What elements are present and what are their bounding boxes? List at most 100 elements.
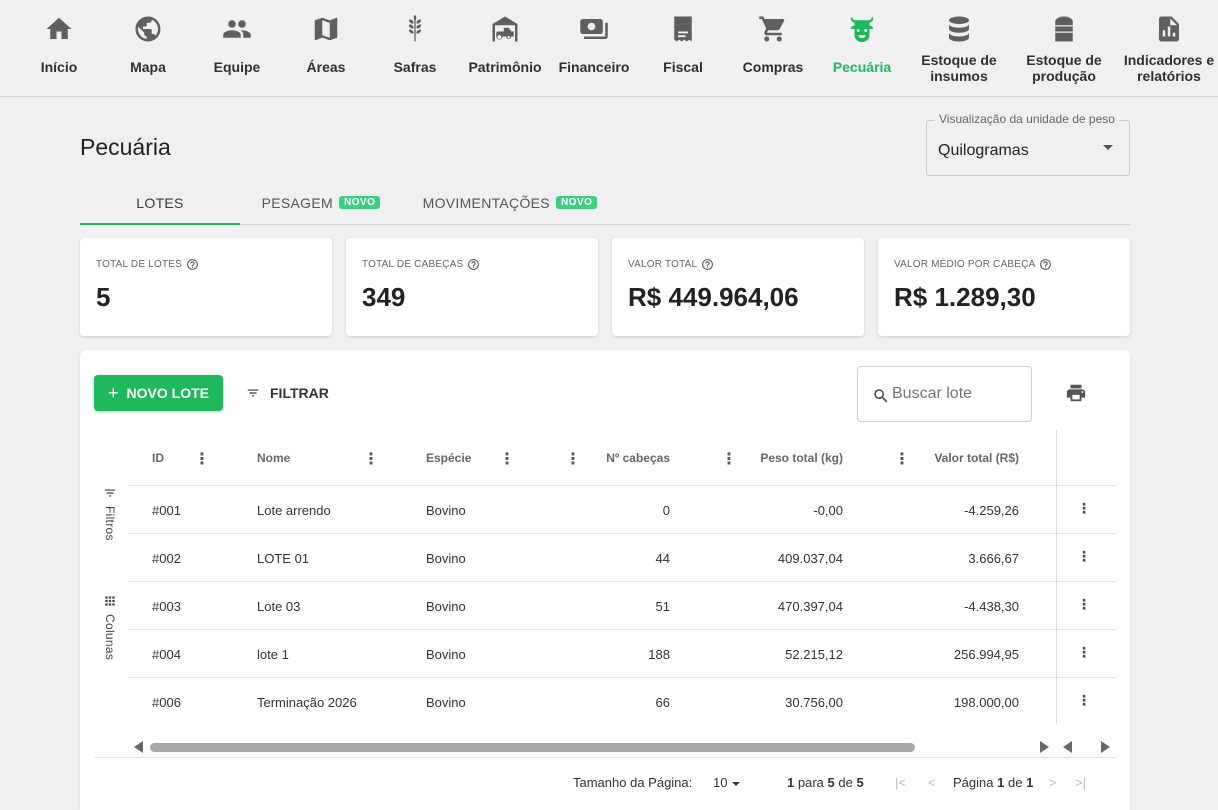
cell-especie: Bovino <box>426 502 466 518</box>
globe-icon <box>131 12 165 46</box>
scroll-left-icon[interactable] <box>134 741 143 753</box>
new-lote-button[interactable]: + NOVO LOTE <box>94 375 223 411</box>
page-size-label: Tamanho da Página: <box>573 775 693 790</box>
page-total: 1 <box>1026 775 1034 790</box>
lotes-panel: + NOVO LOTE FILTRAR Filtros Colunas ID N… <box>80 350 1130 810</box>
cell-id: #004 <box>152 646 181 662</box>
columns-side-button[interactable]: Colunas <box>100 594 120 660</box>
nav-item-equipe[interactable]: Equipe <box>192 0 282 96</box>
cell-cabecas: 188 <box>648 646 670 662</box>
cell-cabecas: 0 <box>662 502 670 518</box>
help-icon[interactable] <box>467 258 480 271</box>
filters-side-button[interactable]: Filtros <box>100 486 120 541</box>
tab-pesagem[interactable]: PESAGEM NOVO <box>250 181 392 224</box>
help-icon[interactable] <box>701 258 714 271</box>
cell-especie: Bovino <box>426 646 466 662</box>
nav-label: Áreas <box>306 59 346 75</box>
weight-unit-select[interactable]: Visualização da unidade de peso Quilogra… <box>926 112 1130 176</box>
row-menu-icon[interactable]: ⋮ <box>1076 644 1092 664</box>
nav-item-estoque-producao[interactable]: Estoque de produção <box>1014 0 1114 96</box>
summary-label: VALOR TOTAL <box>628 259 698 270</box>
chevron-down-icon <box>1103 145 1113 150</box>
summary-label: TOTAL DE CABEÇAS <box>362 259 464 270</box>
column-menu-icon[interactable] <box>499 449 515 467</box>
column-header-especie[interactable]: Espécie <box>426 430 471 486</box>
row-menu-icon[interactable]: ⋮ <box>1076 500 1092 520</box>
nav-label: Estoque de insumos <box>921 52 997 84</box>
nav-item-compras[interactable]: Compras <box>728 0 818 96</box>
row-menu-icon[interactable]: ⋮ <box>1076 596 1092 616</box>
scroll-left-icon[interactable] <box>1063 741 1072 753</box>
page-current: 1 <box>997 775 1005 790</box>
tab-lotes[interactable]: LOTES <box>80 181 240 225</box>
nav-item-inicio[interactable]: Início <box>14 0 104 96</box>
page-size-select[interactable]: 10 <box>713 775 741 790</box>
summary-label-wrap: VALOR TOTAL <box>628 258 714 271</box>
last-page-icon[interactable]: >| <box>1075 775 1086 790</box>
summary-card-valor-medio: VALOR MÉDIO POR CABEÇA R$ 1.289,30 <box>878 238 1130 336</box>
table-row[interactable]: #004 lote 1 Bovino 188 52.215,12 256.994… <box>128 630 1116 678</box>
row-menu-icon[interactable]: ⋮ <box>1076 692 1092 712</box>
column-menu-icon[interactable] <box>894 449 910 467</box>
scroll-right-icon[interactable] <box>1040 741 1049 753</box>
column-menu-icon[interactable] <box>721 449 737 467</box>
print-button[interactable] <box>1065 382 1089 406</box>
page-title: Pecuária <box>80 134 171 160</box>
nav-item-safras[interactable]: Safras <box>370 0 460 96</box>
tab-movimentacoes[interactable]: MOVIMENTAÇÕES NOVO <box>410 181 610 224</box>
database-icon <box>942 12 976 46</box>
filter-icon <box>247 389 259 397</box>
summary-value: R$ 1.289,30 <box>894 282 1036 312</box>
nav-label: Financeiro <box>558 59 630 75</box>
table-row[interactable]: #001 Lote arrendo Bovino 0 -0,00 -4.259,… <box>128 486 1116 534</box>
cell-valor: 198.000,00 <box>953 694 1019 710</box>
column-header-nome[interactable]: Nome <box>257 430 290 486</box>
receipt-icon <box>666 12 700 46</box>
cell-id: #003 <box>152 598 181 614</box>
nav-item-indicadores[interactable]: Indicadores e relatórios <box>1120 0 1218 96</box>
column-header-cabecas[interactable]: Nº cabeças <box>598 430 670 486</box>
search-input[interactable] <box>892 385 1022 403</box>
nav-item-mapa[interactable]: Mapa <box>103 0 193 96</box>
next-page-icon[interactable]: > <box>1049 775 1057 790</box>
range-to: 5 <box>827 775 835 790</box>
cell-cabecas: 66 <box>655 694 670 710</box>
tab-label: PESAGEM <box>261 194 333 211</box>
column-menu-icon[interactable] <box>565 449 581 467</box>
filter-button[interactable]: FILTRAR <box>246 379 329 407</box>
help-icon[interactable] <box>1039 258 1052 271</box>
table-row[interactable]: #003 Lote 03 Bovino 51 470.397,04 -4.438… <box>128 582 1116 630</box>
first-page-icon[interactable]: |< <box>895 775 906 790</box>
help-icon[interactable] <box>186 258 199 271</box>
new-badge: NOVO <box>555 196 598 209</box>
nav-label: Mapa <box>130 59 166 75</box>
filter-icon <box>104 489 116 497</box>
nav-item-fiscal[interactable]: Fiscal <box>638 0 728 96</box>
column-header-id[interactable]: ID <box>152 430 164 486</box>
prev-page-icon[interactable]: < <box>928 775 936 790</box>
nav-item-patrimonio[interactable]: Patrimônio <box>459 0 551 96</box>
column-menu-icon[interactable] <box>194 449 210 467</box>
range-of: de <box>838 775 853 790</box>
scrollbar-thumb[interactable] <box>150 743 915 752</box>
table-row[interactable]: #006 Terminação 2026 Bovino 66 30.756,00… <box>128 678 1116 726</box>
nav-item-estoque-insumos[interactable]: Estoque de insumos <box>908 0 1010 96</box>
row-menu-icon[interactable]: ⋮ <box>1076 548 1092 568</box>
search-box <box>857 366 1032 422</box>
nav-label: Pecuária <box>832 59 892 75</box>
column-header-peso[interactable]: Peso total (kg) <box>748 430 843 486</box>
nav-item-areas[interactable]: Áreas <box>281 0 371 96</box>
nav-item-pecuaria[interactable]: Pecuária <box>817 0 907 96</box>
cell-peso: 30.756,00 <box>785 694 843 710</box>
horizontal-scrollbar[interactable] <box>128 738 1116 756</box>
column-header-valor[interactable]: Valor total (R$) <box>918 430 1019 486</box>
money-icon <box>577 12 611 46</box>
nav-item-financeiro[interactable]: Financeiro <box>549 0 639 96</box>
page-of: de <box>1007 775 1023 790</box>
new-badge: NOVO <box>338 196 381 209</box>
summary-label-wrap: TOTAL DE CABEÇAS <box>362 258 480 271</box>
table-row[interactable]: #002 LOTE 01 Bovino 44 409.037,04 3.666,… <box>128 534 1116 582</box>
scroll-right-icon[interactable] <box>1101 741 1110 753</box>
column-menu-icon[interactable] <box>363 449 379 467</box>
cell-peso: 470.397,04 <box>777 598 843 614</box>
